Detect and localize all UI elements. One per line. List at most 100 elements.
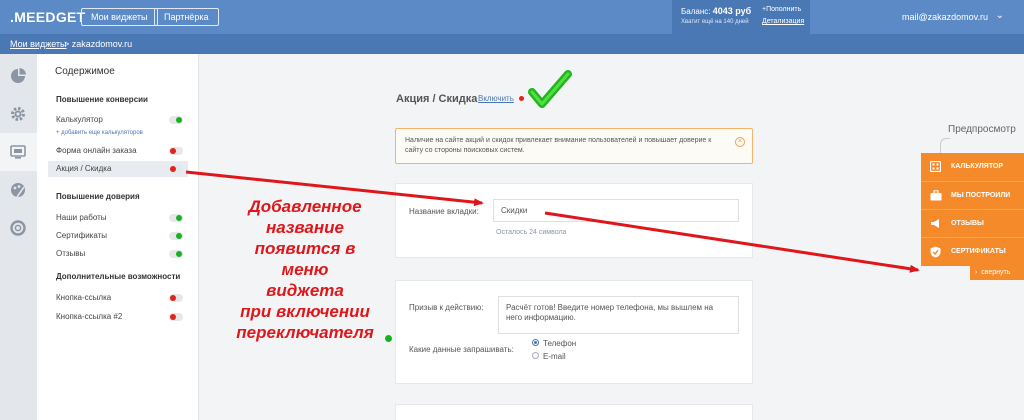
certificates-toggle[interactable] <box>169 232 183 240</box>
tab-name-value: Скидки <box>501 206 528 215</box>
menu-item-label: Отзывы <box>56 249 86 258</box>
radio-circle <box>532 352 539 360</box>
balance-value: 4043 руб <box>712 6 752 16</box>
annotation-line: Добавленное <box>248 197 362 216</box>
widget-preview: КАЛЬКУЛЯТОР МЫ ПОСТРОИЛИ ОТЗЫВЫ СЕРТИФИК… <box>921 153 1024 266</box>
cta-textarea[interactable]: Расчёт готов! Введите номер телефона, мы… <box>498 296 739 334</box>
topup-link[interactable]: +Пополнить <box>762 6 801 13</box>
balance-label: Баланс: <box>681 7 711 16</box>
breadcrumb-current: > zakazdomov.ru <box>64 39 133 49</box>
menu-item-certificates[interactable]: Сертификаты <box>48 228 188 244</box>
megaphone-icon <box>931 219 939 228</box>
menu-item-promo[interactable]: Акция / Скидка <box>48 161 188 177</box>
rail-stats[interactable] <box>0 57 37 95</box>
menu-item-link-button-2[interactable]: Кнопка-ссылка #2 <box>48 309 188 325</box>
user-email[interactable]: mail@zakazdomov.ru <box>902 12 988 22</box>
link-button-2-toggle[interactable] <box>169 313 183 321</box>
info-notice: Наличие на сайте акций и скидок привлека… <box>395 128 753 164</box>
rail-design[interactable] <box>0 171 37 209</box>
balance-note: Хватит ещё на 140 дней <box>681 19 749 25</box>
chevron-down-icon[interactable]: ⌄ <box>996 10 1004 21</box>
pie-chart-icon <box>11 68 26 83</box>
promo-toggle[interactable] <box>169 165 183 173</box>
annotation-line: название <box>265 218 344 237</box>
top-bar: .MEEDGET Мои виджеты Партнёрка Баланс: 4… <box>0 0 1024 34</box>
page-title: Акция / Скидка <box>396 93 478 105</box>
preview-item-certificates[interactable]: СЕРТИФИКАТЫ <box>921 237 1024 265</box>
rail-settings[interactable] <box>0 95 37 133</box>
add-calculators-link[interactable]: + добавить еще калькуляторов <box>56 130 143 136</box>
close-icon[interactable]: × <box>735 137 745 147</box>
radio-email[interactable]: E-mail <box>532 352 566 361</box>
notice-text: Наличие на сайте акций и скидок привлека… <box>405 137 712 154</box>
menu-item-calculator[interactable]: Калькулятор <box>48 112 188 128</box>
palette-icon <box>11 183 25 198</box>
works-toggle[interactable] <box>169 214 183 222</box>
gear-icon <box>11 107 25 121</box>
chevron-right-icon: › <box>975 269 978 276</box>
menu-item-link-button[interactable]: Кнопка-ссылка <box>48 290 188 306</box>
my-widgets-button[interactable]: Мои виджеты <box>81 8 158 26</box>
tab-name-input[interactable]: Скидки <box>493 199 739 222</box>
preview-item-reviews[interactable]: ОТЗЫВЫ <box>921 209 1024 237</box>
details-link[interactable]: Детализация <box>762 18 804 25</box>
menu-item-reviews[interactable]: Отзывы <box>48 246 188 262</box>
partners-button[interactable]: Партнёрка <box>154 8 219 26</box>
tab-name-card: Название вкладки: Скидки Осталось 24 сим… <box>395 183 753 258</box>
request-data-label: Какие данные запрашивать: <box>409 345 514 354</box>
icon-rail <box>0 54 37 420</box>
radio-circle <box>532 339 539 347</box>
annotation-line: появится в <box>254 239 356 258</box>
preview-item-label: МЫ ПОСТРОИЛИ <box>951 192 1011 199</box>
preview-item-built[interactable]: МЫ ПОСТРОИЛИ <box>921 181 1024 209</box>
lifebuoy-icon <box>10 220 26 236</box>
section-conversion: Повышение конверсии <box>56 95 148 104</box>
annotation-line: виджета <box>266 281 344 300</box>
tab-name-label: Название вкладки: <box>409 207 479 216</box>
preview-item-label: ОТЗЫВЫ <box>951 220 984 227</box>
shield-check-icon <box>930 246 941 258</box>
calculator-toggle[interactable] <box>169 116 183 124</box>
preview-connector <box>940 138 950 154</box>
briefcase-icon <box>930 190 942 201</box>
balance-line: Баланс: 4043 руб <box>681 6 751 16</box>
balance-panel: Баланс: 4043 руб Хватит ещё на 140 дней … <box>672 0 810 34</box>
app-logo[interactable]: .MEEDGET <box>10 9 86 25</box>
preview-item-label: КАЛЬКУЛЯТОР <box>951 163 1004 170</box>
annotation-line: при включении <box>240 302 370 321</box>
annotation-line: переключателя <box>236 323 374 342</box>
status-dot <box>519 96 524 101</box>
rail-content[interactable] <box>0 133 37 171</box>
char-counter: Осталось 24 символа <box>496 229 567 236</box>
breadcrumb-root-link[interactable]: Мои виджеты <box>10 39 67 49</box>
radio-phone[interactable]: Телефон <box>532 339 576 348</box>
order-form-toggle[interactable] <box>169 147 183 155</box>
radio-label: Телефон <box>543 339 577 348</box>
enable-link[interactable]: Включить <box>478 94 514 103</box>
preview-item-calculator[interactable]: КАЛЬКУЛЯТОР <box>921 153 1024 181</box>
preview-label: Предпросмотр <box>948 124 1016 135</box>
menu-item-label: Форма онлайн заказа <box>56 146 137 155</box>
menu-item-label: Наши работы <box>56 213 107 222</box>
menu-item-label: Кнопка-ссылка <box>56 293 112 302</box>
menu-item-order-form[interactable]: Форма онлайн заказа <box>48 143 188 159</box>
annotation-green-dot <box>385 335 392 342</box>
calculator-icon <box>930 161 941 172</box>
menu-item-works[interactable]: Наши работы <box>48 210 188 226</box>
reviews-toggle[interactable] <box>169 250 183 258</box>
annotation-text: Добавленное название появится в меню вид… <box>220 196 390 343</box>
menu-item-label: Кнопка-ссылка #2 <box>56 312 123 321</box>
rail-support[interactable] <box>0 209 37 247</box>
cta-value: Расчёт готов! Введите номер телефона, мы… <box>506 303 714 322</box>
section-extra: Дополнительные возможности <box>56 272 181 281</box>
radio-label: E-mail <box>543 352 566 361</box>
link-button-toggle[interactable] <box>169 294 183 302</box>
checkmark-icon <box>528 70 572 108</box>
menu-item-label: Акция / Скидка <box>56 164 112 173</box>
monitor-icon <box>10 145 26 159</box>
cta-label: Призыв к действию: <box>409 303 484 312</box>
collapse-button[interactable]: › свернуть <box>970 266 1024 280</box>
preview-item-label: СЕРТИФИКАТЫ <box>951 248 1006 255</box>
breadcrumb: Мои виджеты > zakazdomov.ru <box>0 34 1024 54</box>
content-menu: Содержимое Повышение конверсии Калькулят… <box>37 54 199 420</box>
